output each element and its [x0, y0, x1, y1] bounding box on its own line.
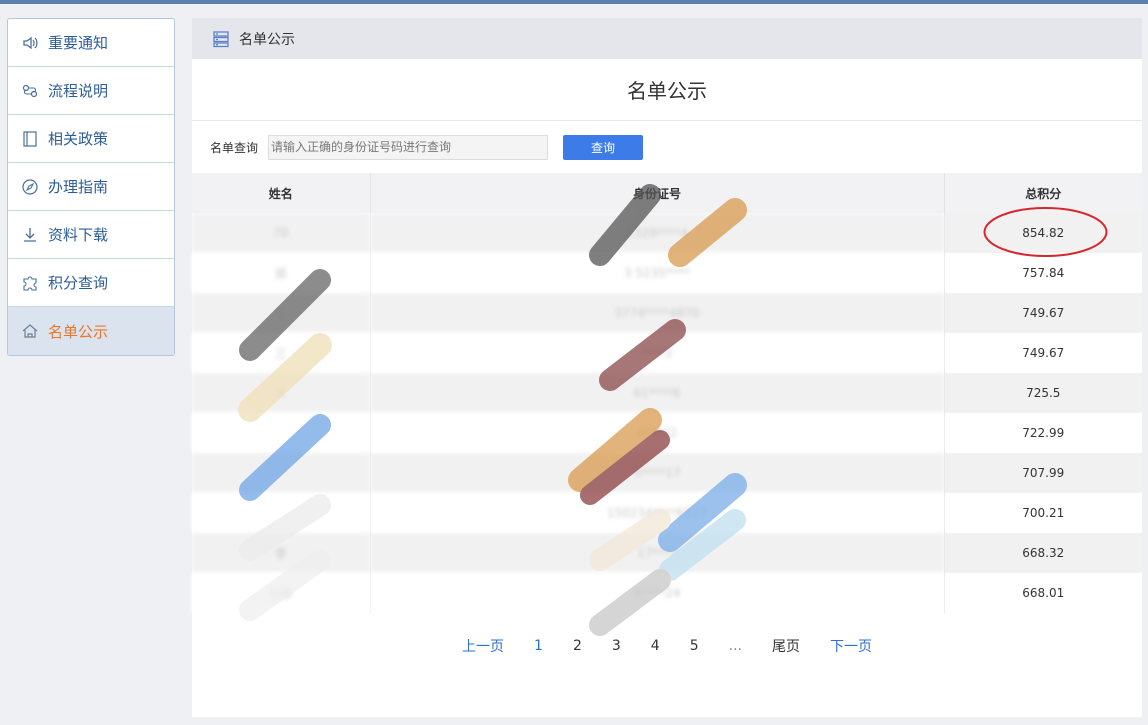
page-link-3[interactable]: 3 — [612, 638, 621, 654]
cell-score: 854.82 — [944, 213, 1142, 253]
table-row: 150234****6527 700.21 — [192, 493, 1142, 533]
cell-score: 749.67 — [944, 333, 1142, 373]
cell-id: 1329****4 — [370, 213, 945, 253]
cell-id: 150234****6527 — [370, 493, 945, 533]
cell-score: 707.99 — [944, 453, 1142, 493]
sidebar-item-label: 名单公示 — [48, 322, 109, 341]
cell-name: 刘李 — [192, 573, 371, 613]
sidebar-item-label: 资料下载 — [48, 226, 109, 244]
cell-score: 749.67 — [944, 293, 1142, 333]
table-row: 郑3 5235**** 757.84 — [192, 253, 1142, 293]
cell-name: 李 — [192, 533, 371, 573]
pagination-ellipsis: ... — [728, 638, 742, 654]
speaker-icon — [20, 33, 40, 53]
page-link-4[interactable]: 4 — [651, 638, 660, 654]
cell-name — [192, 453, 371, 493]
sidebar-item-guide[interactable]: 办理指南 — [8, 163, 174, 211]
puzzle-icon — [20, 273, 40, 293]
next-page-link[interactable]: 下一页 — [830, 636, 872, 656]
sidebar-item-label: 流程说明 — [48, 82, 109, 100]
cell-score: 725.5 — [944, 373, 1142, 413]
cell-name — [192, 413, 371, 453]
publicity-table: 姓名 身份证号 总积分 70 1329****4 854.82 郑3 5235***… — [192, 173, 1142, 613]
table-row: 王 3774****4870 749.67 — [192, 293, 1142, 333]
header-title: 名单公示 — [239, 31, 295, 48]
cell-id: 4****24 — [370, 573, 945, 613]
sidebar-item-downloads[interactable]: 资料下载 — [8, 211, 174, 259]
cell-id: 3 5235**** — [370, 253, 945, 293]
search-bar: 名单查询 查询 — [192, 121, 1142, 173]
table-row: 70 1329****4 854.82 — [192, 213, 1142, 253]
cell-name: 70 — [192, 213, 371, 253]
top-border-line — [0, 0, 1148, 4]
page-link-1[interactable]: 1 — [534, 638, 543, 654]
home-icon — [20, 321, 40, 341]
sidebar: 重要通知 流程说明 相关政策 办理指南 资料下载 积分查询 名单公示 — [7, 18, 175, 356]
id-search-input[interactable] — [268, 134, 549, 160]
sidebar-item-policies[interactable]: 相关政策 — [8, 115, 174, 163]
pagination: 上一页 1 2 3 4 5 ... 尾页 下一页 — [192, 613, 1142, 679]
cell-score: 757.84 — [944, 253, 1142, 293]
cell-id: ****2 — [370, 333, 945, 373]
last-page-link[interactable]: 尾页 — [772, 636, 800, 656]
table-row: 三 ****2 749.67 — [192, 333, 1142, 373]
cell-id: 5****17 — [370, 453, 945, 493]
column-header-name: 姓名 — [192, 173, 371, 213]
cell-name — [192, 493, 371, 533]
cell-id: 61****6 — [370, 373, 945, 413]
sidebar-item-label: 相关政策 — [48, 130, 109, 148]
sidebar-item-label: 积分查询 — [48, 274, 109, 292]
sidebar-item-label: 办理指南 — [48, 178, 109, 196]
sidebar-item-score-query[interactable]: 积分查询 — [8, 259, 174, 307]
cell-name: 郑 — [192, 253, 371, 293]
prev-page-link[interactable]: 上一页 — [462, 636, 504, 656]
cell-name: X — [192, 373, 371, 413]
column-header-id: 身份证号 — [370, 173, 945, 213]
sidebar-item-label: 重要通知 — [48, 34, 109, 52]
book-icon — [20, 129, 40, 149]
compass-icon — [20, 177, 40, 197]
list-icon — [212, 30, 230, 48]
flow-icon — [20, 81, 40, 101]
sidebar-item-process[interactable]: 流程说明 — [8, 67, 174, 115]
cell-name: 王 — [192, 293, 371, 333]
cell-id: 17**** — [370, 533, 945, 573]
table-row: X 61****6 725.5 — [192, 373, 1142, 413]
table-row: 4****2 722.99 — [192, 413, 1142, 453]
table-row: 5****17 707.99 — [192, 453, 1142, 493]
cell-score: 668.01 — [944, 573, 1142, 613]
table-header-row: 姓名 身份证号 总积分 — [192, 173, 1142, 213]
sidebar-item-notices[interactable]: 重要通知 — [8, 19, 174, 67]
page-title: 名单公示 — [192, 59, 1142, 121]
page-link-5[interactable]: 5 — [690, 638, 699, 654]
main-content: 名单公示 名单公示 名单查询 查询 姓名 身份证号 总积分 701329****… — [192, 18, 1142, 717]
table-row: 刘李 4****24 668.01 — [192, 573, 1142, 613]
cell-name: 三 — [192, 333, 371, 373]
cell-score: 668.32 — [944, 533, 1142, 573]
content-header: 名单公示 — [192, 18, 1142, 59]
search-label: 名单查询 — [210, 140, 259, 155]
cell-score: 722.99 — [944, 413, 1142, 453]
cell-id: 4****2 — [370, 413, 945, 453]
table-row: 李 17**** 668.32 — [192, 533, 1142, 573]
search-button[interactable]: 查询 — [563, 134, 644, 160]
cell-id: 3774****4870 — [370, 293, 945, 333]
page-link-2[interactable]: 2 — [573, 638, 582, 654]
cell-score: 700.21 — [944, 493, 1142, 533]
column-header-score: 总积分 — [944, 173, 1142, 213]
download-icon — [20, 225, 40, 245]
sidebar-item-list-publicity[interactable]: 名单公示 — [8, 307, 174, 355]
